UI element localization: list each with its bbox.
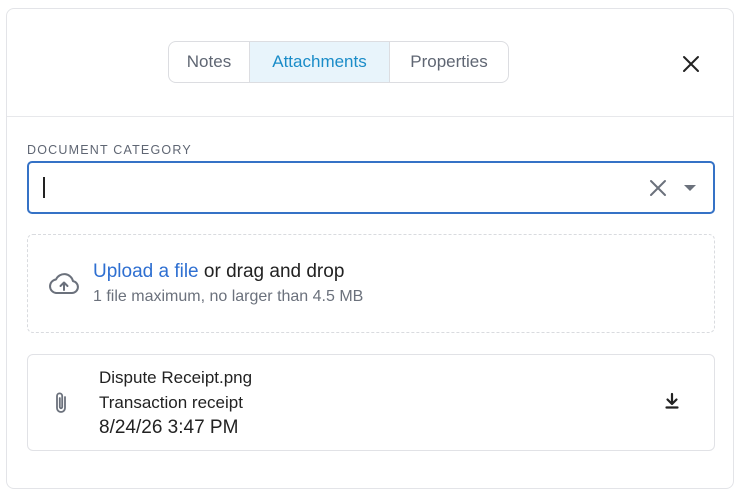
tab-properties[interactable]: Properties bbox=[389, 42, 508, 82]
attachment-timestamp: 8/24/26 3:47 PM bbox=[99, 417, 239, 438]
attachments-panel: Notes Attachments Properties DOCUMENT CA… bbox=[6, 8, 734, 489]
tab-attachments[interactable]: Attachments bbox=[249, 42, 389, 82]
panel-body: DOCUMENT CATEGORY Upload a file or drag … bbox=[7, 117, 733, 489]
clear-icon bbox=[650, 180, 666, 196]
upload-dropzone[interactable]: Upload a file or drag and drop 1 file ma… bbox=[27, 234, 715, 333]
upload-file-link[interactable]: Upload a file bbox=[93, 261, 199, 282]
tab-notes[interactable]: Notes bbox=[169, 42, 249, 82]
download-button[interactable] bbox=[662, 391, 682, 411]
tab-group: Notes Attachments Properties bbox=[168, 41, 509, 83]
close-button[interactable] bbox=[680, 53, 702, 75]
drag-drop-text: or drag and drop bbox=[198, 261, 345, 282]
cloud-upload-icon bbox=[49, 273, 79, 294]
panel-header: Notes Attachments Properties bbox=[7, 9, 733, 117]
dropdown-arrow-icon bbox=[684, 185, 696, 191]
text-caret bbox=[43, 177, 45, 198]
document-category-input[interactable] bbox=[41, 173, 621, 201]
attachment-filename: Dispute Receipt.png bbox=[99, 368, 253, 387]
dropdown-toggle[interactable] bbox=[681, 179, 699, 197]
paperclip-icon bbox=[56, 392, 66, 413]
attachment-description: Transaction receipt bbox=[99, 393, 243, 412]
download-icon bbox=[665, 392, 679, 409]
document-category-select[interactable] bbox=[27, 161, 715, 214]
attachment-item: Dispute Receipt.png Transaction receipt … bbox=[27, 354, 715, 451]
upload-limit-hint: 1 file maximum, no larger than 4.5 MB bbox=[93, 288, 364, 305]
document-category-label: DOCUMENT CATEGORY bbox=[27, 143, 192, 157]
close-icon bbox=[683, 56, 699, 72]
clear-button[interactable] bbox=[648, 178, 668, 198]
upload-instructions: Upload a file or drag and drop bbox=[93, 261, 344, 283]
